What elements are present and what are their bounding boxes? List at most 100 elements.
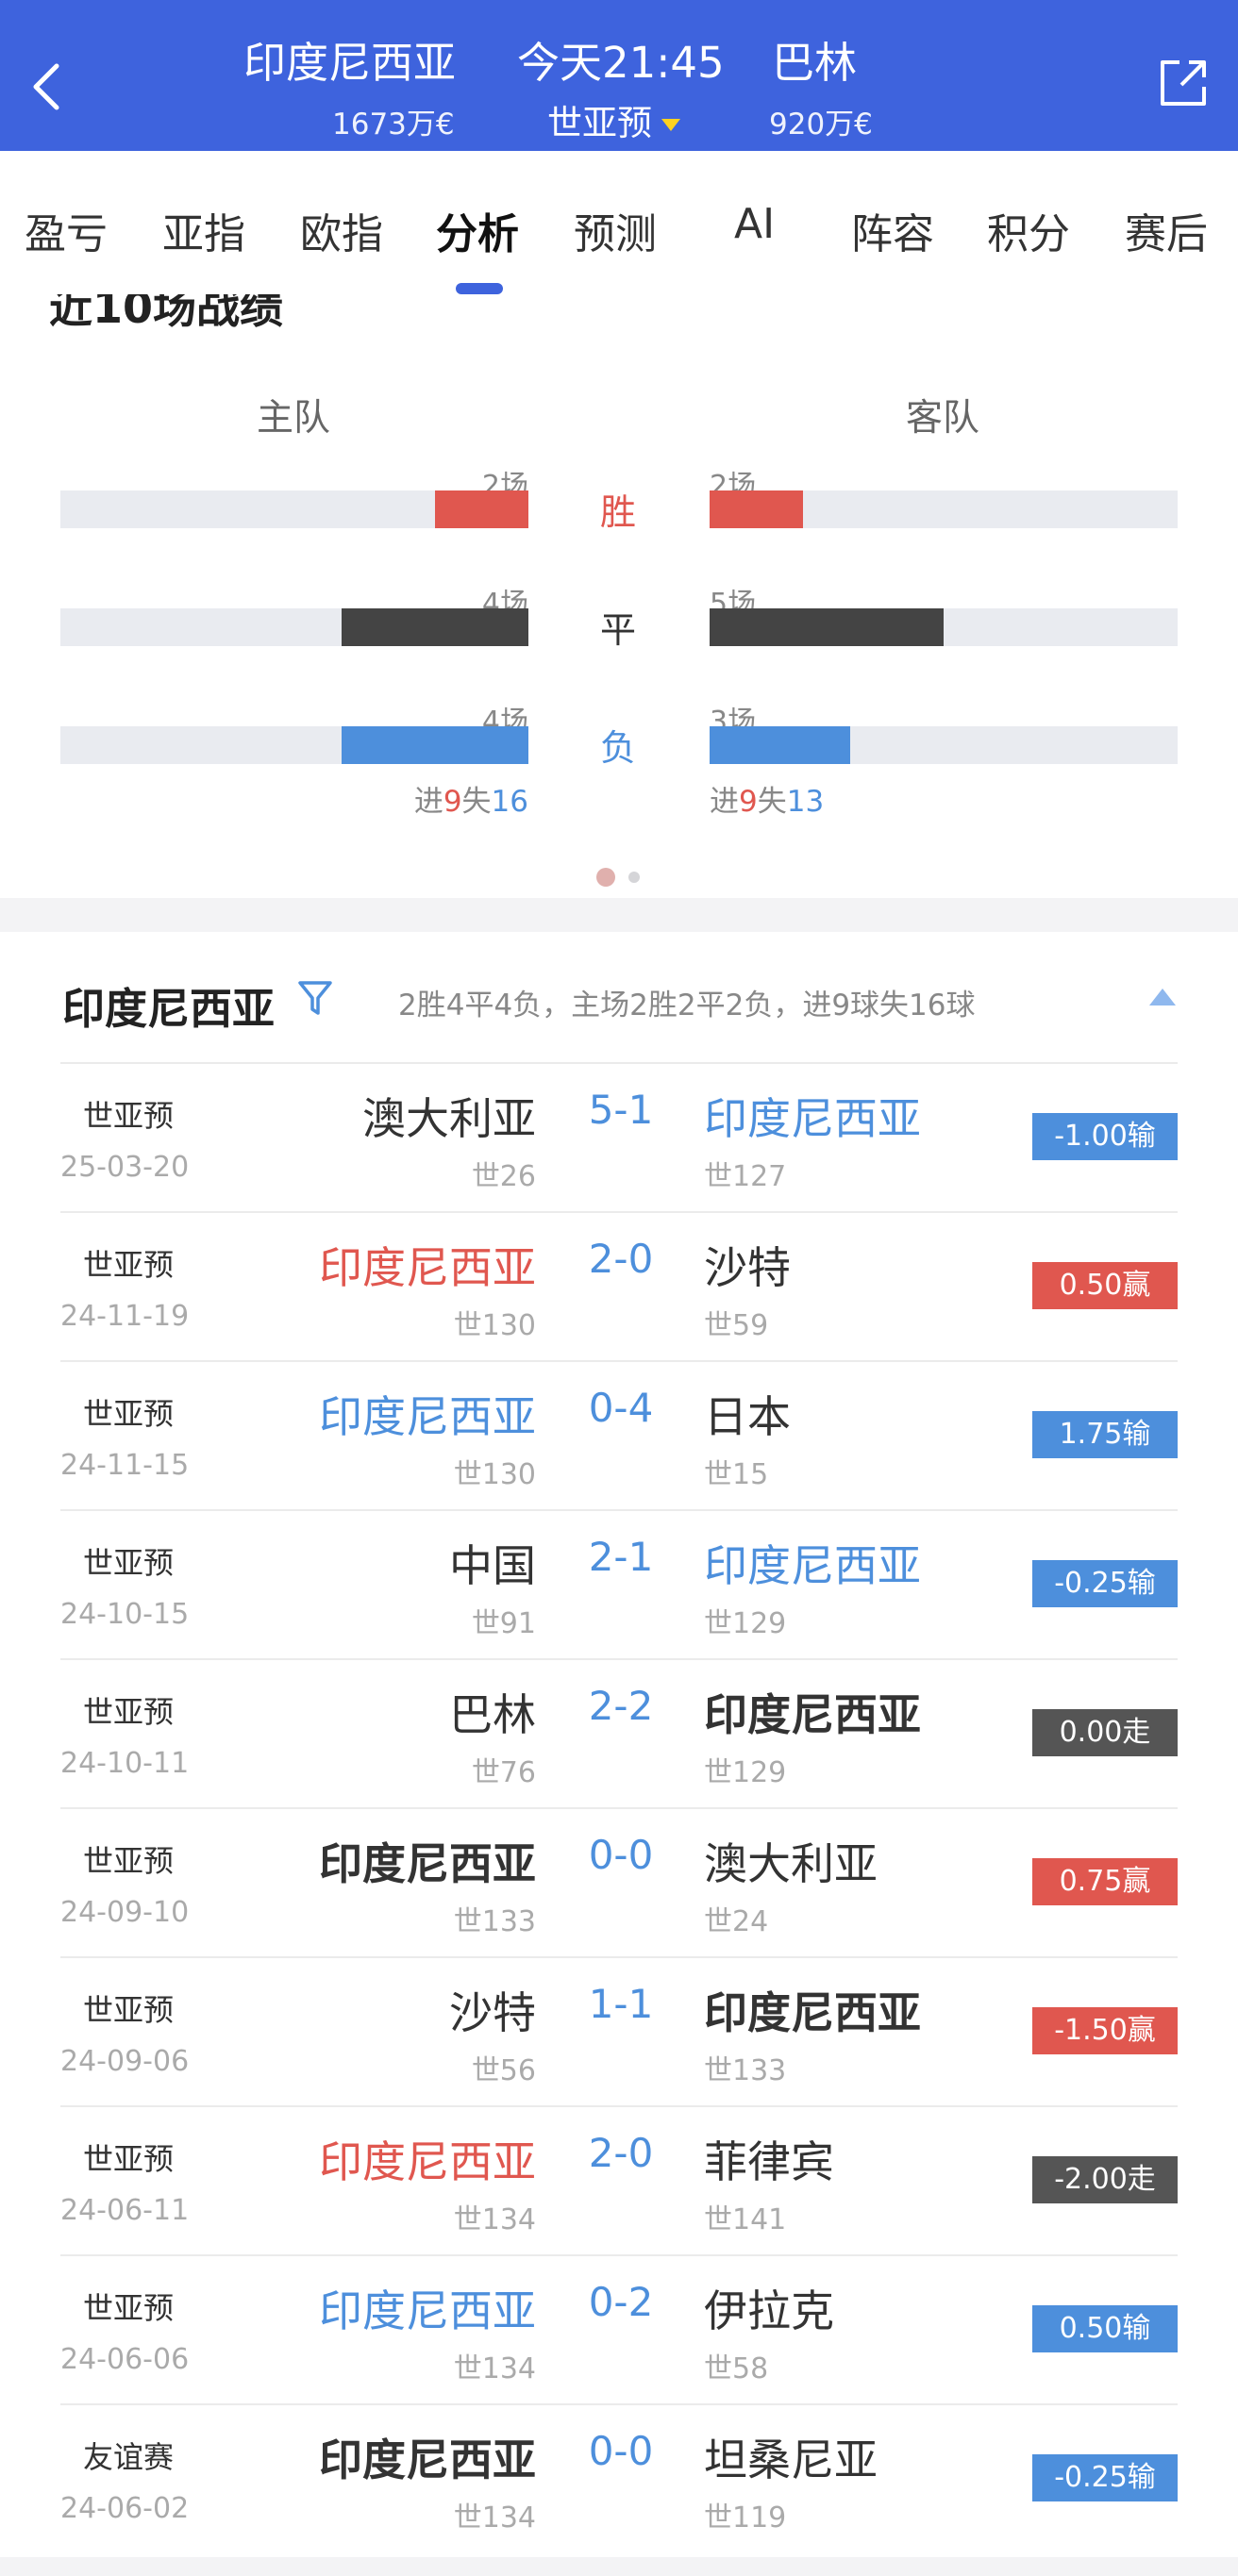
back-arrow-icon[interactable] <box>28 58 66 115</box>
match-score: 0-2 <box>588 2279 654 2325</box>
match-score: 0-0 <box>588 1832 654 1878</box>
away-team-name: 巴林 <box>772 38 858 88</box>
match-date: 24-06-06 <box>60 2343 190 2376</box>
home-team-rank: 世134 <box>453 2203 536 2236</box>
match-row[interactable]: 世亚预 24-06-06 印度尼西亚 世134 0-2 伊拉克 世58 0.50… <box>60 2254 1178 2403</box>
home-team-rank: 世133 <box>453 1905 536 1938</box>
handicap-result-badge: -1.50赢 <box>1032 2007 1178 2054</box>
tab-asian-handicap[interactable]: 亚指 <box>162 200 245 260</box>
match-competition: 世亚预 <box>83 1992 175 2028</box>
section-title: 近10场战绩 <box>49 294 284 333</box>
match-row[interactable]: 世亚预 24-11-15 印度尼西亚 世130 0-4 日本 世15 1.75输 <box>60 1360 1178 1509</box>
home-column-label: 主队 <box>257 397 331 440</box>
tab-post-match[interactable]: 赛后 <box>1125 200 1208 260</box>
handicap-result-badge: 0.75赢 <box>1032 1858 1178 1905</box>
match-date: 25-03-20 <box>60 1151 190 1184</box>
away-team-value: 920万€ <box>769 108 873 141</box>
away-team-rank: 世24 <box>704 1905 769 1938</box>
home-team: 沙特 <box>449 1987 536 2038</box>
tab-prediction[interactable]: 预测 <box>574 200 657 260</box>
home-team: 印度尼西亚 <box>319 2435 536 2485</box>
handicap-result-badge: -0.25输 <box>1032 1560 1178 1607</box>
tab-euro-odds[interactable]: 欧指 <box>300 200 383 260</box>
away-team: 伊拉克 <box>704 2285 834 2336</box>
match-row[interactable]: 世亚预 25-03-20 澳大利亚 世26 5-1 印度尼西亚 世127 -1.… <box>60 1062 1178 1211</box>
match-competition: 世亚预 <box>83 2290 175 2326</box>
home-team-rank: 世91 <box>471 1607 536 1640</box>
handicap-result-badge: -0.25输 <box>1032 2454 1178 2501</box>
match-date: 24-10-15 <box>60 1598 190 1631</box>
page-indicator[interactable] <box>628 872 640 883</box>
handicap-result-badge: 1.75输 <box>1032 1411 1178 1458</box>
competition-selector[interactable]: 世亚预 <box>547 94 680 145</box>
home-team: 澳大利亚 <box>362 1093 536 1144</box>
away-team-rank: 世129 <box>704 1607 787 1640</box>
home-team: 印度尼西亚 <box>319 1838 536 1889</box>
home-team: 印度尼西亚 <box>319 1242 536 1293</box>
away-team-rank: 世127 <box>704 1160 787 1193</box>
home-team: 印度尼西亚 <box>319 2285 536 2336</box>
tab-analysis[interactable]: 分析 <box>436 200 519 260</box>
match-row[interactable]: 世亚预 24-10-15 中国 世91 2-1 印度尼西亚 世129 -0.25… <box>60 1509 1178 1658</box>
match-score: 2-2 <box>588 1683 654 1729</box>
home-team-rank: 世130 <box>453 1309 536 1342</box>
result-label: 平 <box>599 609 636 651</box>
tab-ai[interactable]: AI <box>734 200 775 248</box>
home-team: 印度尼西亚 <box>319 1391 536 1442</box>
match-date: 24-06-02 <box>60 2492 190 2525</box>
away-team-rank: 世15 <box>704 1458 769 1491</box>
result-label: 胜 <box>599 491 636 533</box>
away-team: 菲律宾 <box>704 2136 834 2187</box>
away-team: 印度尼西亚 <box>704 1689 921 1740</box>
home-team-rank: 世134 <box>453 2352 536 2385</box>
away-bar-fill <box>710 726 850 764</box>
page-indicator-active[interactable] <box>596 868 615 887</box>
match-time: 今天21:45 <box>517 38 725 88</box>
collapse-arrow-icon[interactable] <box>1149 989 1176 1005</box>
tab-standings[interactable]: 积分 <box>987 200 1070 260</box>
home-bar-track <box>60 726 528 764</box>
away-bar-fill <box>710 608 944 646</box>
match-row[interactable]: 友谊赛 24-06-02 印度尼西亚 世134 0-0 坦桑尼亚 世119 -0… <box>60 2403 1178 2552</box>
home-team: 中国 <box>449 1540 536 1591</box>
share-icon[interactable] <box>1157 57 1210 109</box>
match-competition: 世亚预 <box>83 1098 175 1134</box>
match-row[interactable]: 世亚预 24-10-11 巴林 世76 2-2 印度尼西亚 世129 0.00走 <box>60 1658 1178 1807</box>
home-team-rank: 世26 <box>471 1160 536 1193</box>
away-bar-track <box>710 490 1178 528</box>
away-bar-track <box>710 726 1178 764</box>
match-date: 24-09-06 <box>60 2045 190 2078</box>
filter-icon[interactable] <box>296 977 334 1019</box>
away-team-rank: 世129 <box>704 1756 787 1789</box>
home-team-rank: 世56 <box>471 2054 536 2087</box>
home-bar-fill <box>341 726 528 764</box>
match-row[interactable]: 世亚预 24-11-19 印度尼西亚 世130 2-0 沙特 世59 0.50赢 <box>60 1211 1178 1360</box>
active-tab-indicator <box>456 283 503 294</box>
match-header: 印度尼西亚 今天21:45 巴林 1673万€ 世亚预 920万€ <box>0 0 1238 151</box>
home-team: 印度尼西亚 <box>319 2136 536 2187</box>
away-team: 印度尼西亚 <box>704 1987 921 2038</box>
match-row[interactable]: 世亚预 24-09-10 印度尼西亚 世133 0-0 澳大利亚 世24 0.7… <box>60 1807 1178 1956</box>
match-row[interactable]: 世亚预 24-06-11 印度尼西亚 世134 2-0 菲律宾 世141 -2.… <box>60 2105 1178 2254</box>
home-bar-fill <box>434 490 528 528</box>
match-score: 0-4 <box>588 1385 654 1431</box>
match-row[interactable]: 世亚预 24-09-06 沙特 世56 1-1 印度尼西亚 世133 -1.50… <box>60 1956 1178 2105</box>
tab-profit[interactable]: 盈亏 <box>25 200 108 260</box>
match-competition: 世亚预 <box>83 1843 175 1879</box>
match-score: 2-1 <box>588 1534 654 1580</box>
home-team-rank: 世130 <box>453 1458 536 1491</box>
tab-lineup[interactable]: 阵容 <box>851 200 934 260</box>
handicap-result-badge: 0.50输 <box>1032 2305 1178 2352</box>
match-score: 0-0 <box>588 2428 654 2474</box>
away-bar-track <box>710 608 1178 646</box>
match-competition: 友谊赛 <box>83 2439 175 2475</box>
match-competition: 世亚预 <box>83 1396 175 1432</box>
match-competition: 世亚预 <box>83 1694 175 1730</box>
match-history-section: 印度尼西亚 2胜4平4负，主场2胜2平2负，进9球失16球 世亚预 25-03-… <box>0 932 1238 2557</box>
away-team-rank: 世133 <box>704 2054 787 2087</box>
away-team: 澳大利亚 <box>704 1838 878 1889</box>
home-team: 巴林 <box>449 1689 536 1740</box>
match-competition: 世亚预 <box>83 1545 175 1581</box>
handicap-result-badge: -2.00走 <box>1032 2156 1178 2203</box>
away-team-rank: 世59 <box>704 1309 769 1342</box>
